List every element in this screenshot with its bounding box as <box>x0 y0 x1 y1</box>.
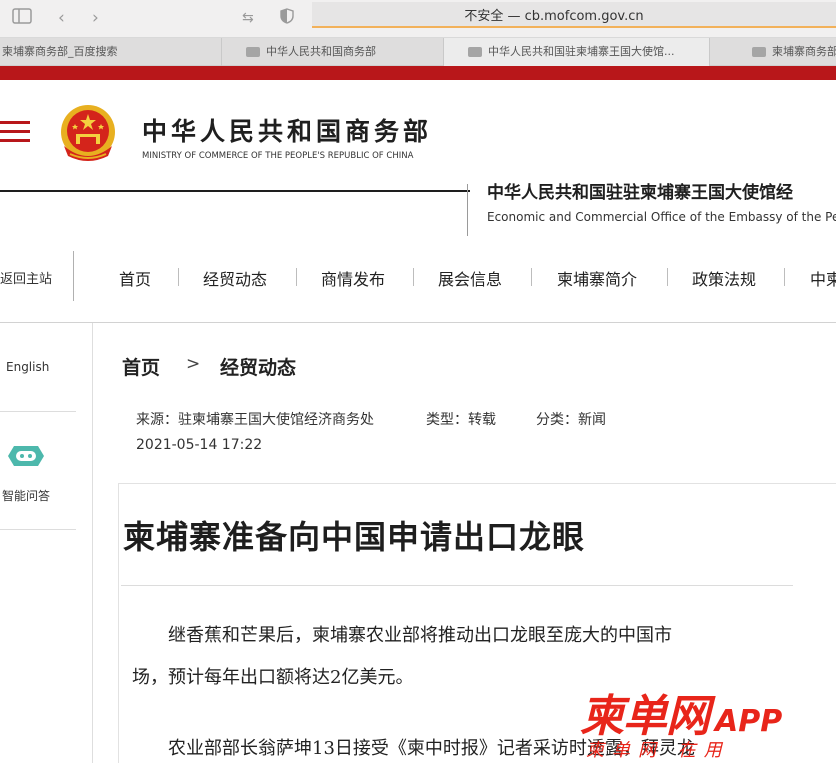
nav-item-trade-news[interactable]: 经贸动态 <box>203 266 267 290</box>
national-emblem-icon <box>58 104 118 166</box>
breadcrumb-current[interactable]: 经贸动态 <box>220 353 296 380</box>
tab-label: 柬埔寨商务部 <box>772 45 836 58</box>
nav-item-policies[interactable]: 政策法规 <box>692 266 756 290</box>
article-datetime: 2021-05-14 17:22 <box>136 437 263 453</box>
tab-label: 中华人民共和国驻柬埔寨王国大使馆... <box>488 45 675 58</box>
article-paragraph-1-line-2: 场，预计每年出口额将达2亿美元。 <box>132 667 414 688</box>
nav-separator <box>784 268 785 286</box>
tab-label: 柬埔寨商务部_百度搜索 <box>2 45 118 58</box>
browser-toolbar: ‹ › ⇆ 不安全 — cb.mofcom.gov.cn <box>0 0 836 38</box>
article-paragraph-1-line-1: 继香蕉和芒果后，柬埔寨农业部将推动出口龙眼至庞大的中国市 <box>168 625 672 646</box>
sidebar-toggle-icon[interactable] <box>12 8 32 29</box>
embassy-subtitle: Economic and Commercial Office of the Em… <box>487 210 836 224</box>
header-vertical-divider <box>467 184 468 236</box>
ai-qa-link[interactable]: 智能问答 <box>2 487 50 504</box>
nav-separator <box>413 268 414 286</box>
watermark-brand: 柬单网 <box>580 691 710 742</box>
sidebar-separator <box>0 529 76 530</box>
tab-cambodia-commerce[interactable]: 柬埔寨商务部 <box>710 38 836 66</box>
nav-item-cambodia-intro[interactable]: 柬埔寨简介 <box>557 266 637 290</box>
hamburger-menu-icon[interactable] <box>0 121 30 148</box>
article-title-divider <box>121 585 793 586</box>
page-favicon-icon <box>752 47 766 57</box>
tab-mofcom[interactable]: 中华人民共和国商务部 <box>222 38 444 66</box>
tab-baidu-search[interactable]: 柬埔寨商务部_百度搜索 <box>0 38 222 66</box>
nav-vertical-divider <box>73 251 74 301</box>
tab-embassy[interactable]: 中华人民共和国驻柬埔寨王国大使馆... <box>444 38 710 66</box>
forward-arrow-icon[interactable]: › <box>92 8 99 28</box>
embassy-title: 中华人民共和国驻驻柬埔寨王国大使馆经 <box>487 183 793 203</box>
back-arrow-icon[interactable]: ‹ <box>58 8 65 28</box>
tab-bar: 柬埔寨商务部_百度搜索 中华人民共和国商务部 中华人民共和国驻柬埔寨王国大使馆.… <box>0 38 836 66</box>
site-title: 中华人民共和国商务部 <box>142 117 433 146</box>
nav-bottom-divider <box>0 322 836 323</box>
nav-item-business-info[interactable]: 商情发布 <box>321 266 385 290</box>
article-type: 类型：转载 <box>426 412 496 428</box>
sidebar-divider <box>92 323 93 763</box>
header-divider <box>0 190 470 192</box>
page-favicon-icon <box>468 47 482 57</box>
english-link[interactable]: English <box>6 360 49 374</box>
privacy-shield-icon[interactable] <box>280 8 294 29</box>
address-bar-text: 不安全 — cb.mofcom.gov.cn <box>464 9 644 24</box>
nav-item-china-cambodia[interactable]: 中柬 <box>810 266 836 290</box>
page-favicon-icon <box>246 47 260 57</box>
nav-item-exhibitions[interactable]: 展会信息 <box>438 266 502 290</box>
article-title: 柬埔寨准备向中国申请出口龙眼 <box>123 518 586 556</box>
breadcrumb-home[interactable]: 首页 <box>122 353 160 380</box>
tab-label: 中华人民共和国商务部 <box>266 45 376 58</box>
nav-separator <box>667 268 668 286</box>
site-subtitle: MINISTRY OF COMMERCE OF THE PEOPLE'S REP… <box>142 151 414 161</box>
robot-icon[interactable] <box>4 441 48 471</box>
sidebar-separator <box>0 411 76 412</box>
nav-separator <box>296 268 297 286</box>
watermark-small: 柬单网 在用 <box>586 740 730 761</box>
nav-separator <box>531 268 532 286</box>
back-to-main-site-link[interactable]: 返回主站 <box>0 268 52 287</box>
nav-item-home[interactable]: 首页 <box>119 266 151 290</box>
watermark-app: APP <box>715 704 783 739</box>
nav-separator <box>178 268 179 286</box>
watermark-logo: 柬单网 APP <box>580 680 782 744</box>
address-bar[interactable]: 不安全 — cb.mofcom.gov.cn <box>312 2 836 28</box>
article-source: 来源：驻柬埔寨王国大使馆经济商务处 <box>136 412 374 428</box>
translate-icon[interactable]: ⇆ <box>242 8 254 28</box>
top-red-band <box>0 66 836 80</box>
breadcrumb-separator: > <box>186 354 201 374</box>
article-category: 分类：新闻 <box>536 412 606 428</box>
